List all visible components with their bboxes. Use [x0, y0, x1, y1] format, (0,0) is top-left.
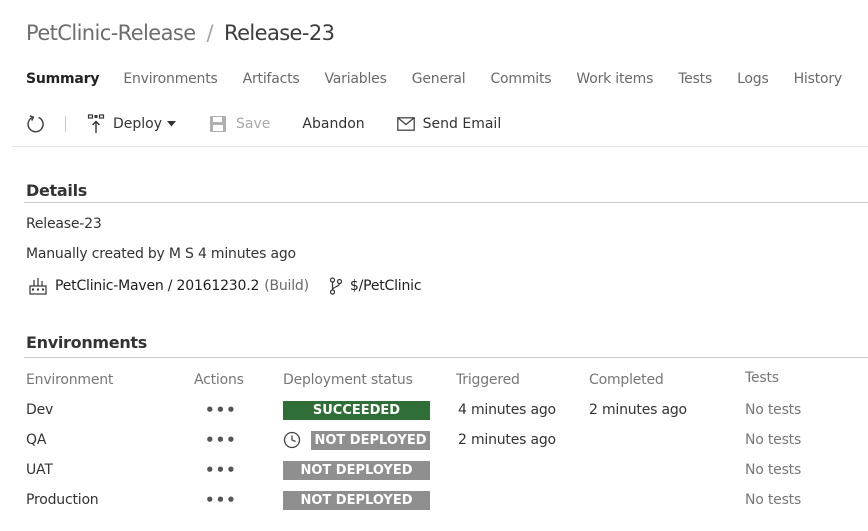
- created-info: Manually created by M S 4 minutes ago: [26, 246, 296, 262]
- tab-commits[interactable]: Commits: [490, 71, 551, 87]
- clock-icon: [283, 431, 301, 449]
- repo-path-link[interactable]: $/PetClinic: [350, 278, 422, 294]
- release-summary-page: PetClinic-Release / Release-23 Summary E…: [0, 0, 868, 531]
- tab-general[interactable]: General: [412, 71, 466, 87]
- deploy-dropdown-button[interactable]: Deploy: [87, 114, 177, 134]
- deploy-label: Deploy: [113, 116, 163, 132]
- send-email-button[interactable]: Send Email: [396, 116, 502, 132]
- deploy-icon: [87, 114, 105, 134]
- save-icon: [209, 115, 227, 133]
- artifact-row: PetClinic-Maven / 20161230.2 (Build) $/P…: [29, 276, 422, 296]
- refresh-button[interactable]: [26, 114, 46, 134]
- environments-heading: Environments: [26, 333, 147, 352]
- toolbar: Deploy Save Abandon Send Email: [26, 112, 501, 136]
- branch-icon: [329, 277, 343, 295]
- status-badge: NOT DEPLOYED: [283, 491, 430, 510]
- tab-tests[interactable]: Tests: [678, 71, 712, 87]
- tab-variables[interactable]: Variables: [325, 71, 387, 87]
- triggered-time: 4 minutes ago: [458, 402, 556, 418]
- build-icon: [29, 277, 47, 295]
- artifact-type: (Build): [264, 278, 309, 294]
- column-header-tests: Tests: [745, 370, 779, 386]
- column-header-environment: Environment: [26, 372, 114, 388]
- tab-environments[interactable]: Environments: [123, 71, 217, 87]
- status-badge: SUCCEEDED: [283, 401, 430, 420]
- toolbar-divider: [65, 116, 66, 132]
- actions-menu-button[interactable]: •••: [205, 491, 237, 509]
- abandon-button[interactable]: Abandon: [302, 116, 364, 132]
- page-title: Release-23: [224, 21, 335, 45]
- environment-name[interactable]: UAT: [26, 462, 53, 478]
- tests-result: No tests: [745, 462, 802, 478]
- send-email-label: Send Email: [422, 116, 502, 132]
- save-label: Save: [236, 116, 271, 132]
- actions-menu-button[interactable]: •••: [205, 401, 237, 419]
- tab-history[interactable]: History: [794, 71, 843, 87]
- artifact-build-link[interactable]: PetClinic-Maven / 20161230.2: [55, 278, 259, 294]
- caret-down-icon: [167, 121, 177, 127]
- environment-name[interactable]: QA: [26, 432, 46, 448]
- environment-name[interactable]: Dev: [26, 402, 53, 418]
- column-header-actions: Actions: [194, 372, 244, 388]
- environment-name[interactable]: Production: [26, 492, 99, 508]
- abandon-label: Abandon: [302, 116, 365, 132]
- refresh-icon: [26, 114, 46, 134]
- completed-time: 2 minutes ago: [589, 402, 687, 418]
- tests-result: No tests: [745, 492, 802, 508]
- tests-result: No tests: [745, 432, 802, 448]
- triggered-time: 2 minutes ago: [458, 432, 556, 448]
- details-heading: Details: [26, 181, 87, 200]
- tab-logs[interactable]: Logs: [737, 71, 769, 87]
- status-badge: NOT DEPLOYED: [283, 461, 430, 480]
- column-header-completed: Completed: [589, 372, 664, 388]
- status-badge: NOT DEPLOYED: [311, 431, 430, 450]
- tab-summary[interactable]: Summary: [26, 71, 100, 87]
- tab-work-items[interactable]: Work items: [576, 71, 653, 87]
- details-divider: [24, 202, 868, 203]
- actions-menu-button[interactable]: •••: [205, 461, 237, 479]
- breadcrumb: PetClinic-Release / Release-23: [26, 18, 335, 48]
- actions-menu-button[interactable]: •••: [205, 431, 237, 449]
- save-button[interactable]: Save: [209, 115, 270, 133]
- environments-divider: [24, 357, 868, 358]
- tab-bar: Summary Environments Artifacts Variables…: [26, 67, 867, 91]
- breadcrumb-separator: /: [206, 21, 214, 45]
- mail-icon: [396, 117, 415, 131]
- tests-result: No tests: [745, 402, 802, 418]
- column-header-deployment-status: Deployment status: [283, 372, 413, 388]
- release-name: Release-23: [26, 216, 102, 232]
- tab-artifacts[interactable]: Artifacts: [243, 71, 300, 87]
- breadcrumb-parent-link[interactable]: PetClinic-Release: [26, 21, 196, 45]
- column-header-triggered: Triggered: [456, 372, 520, 388]
- toolbar-divider-line: [12, 146, 868, 147]
